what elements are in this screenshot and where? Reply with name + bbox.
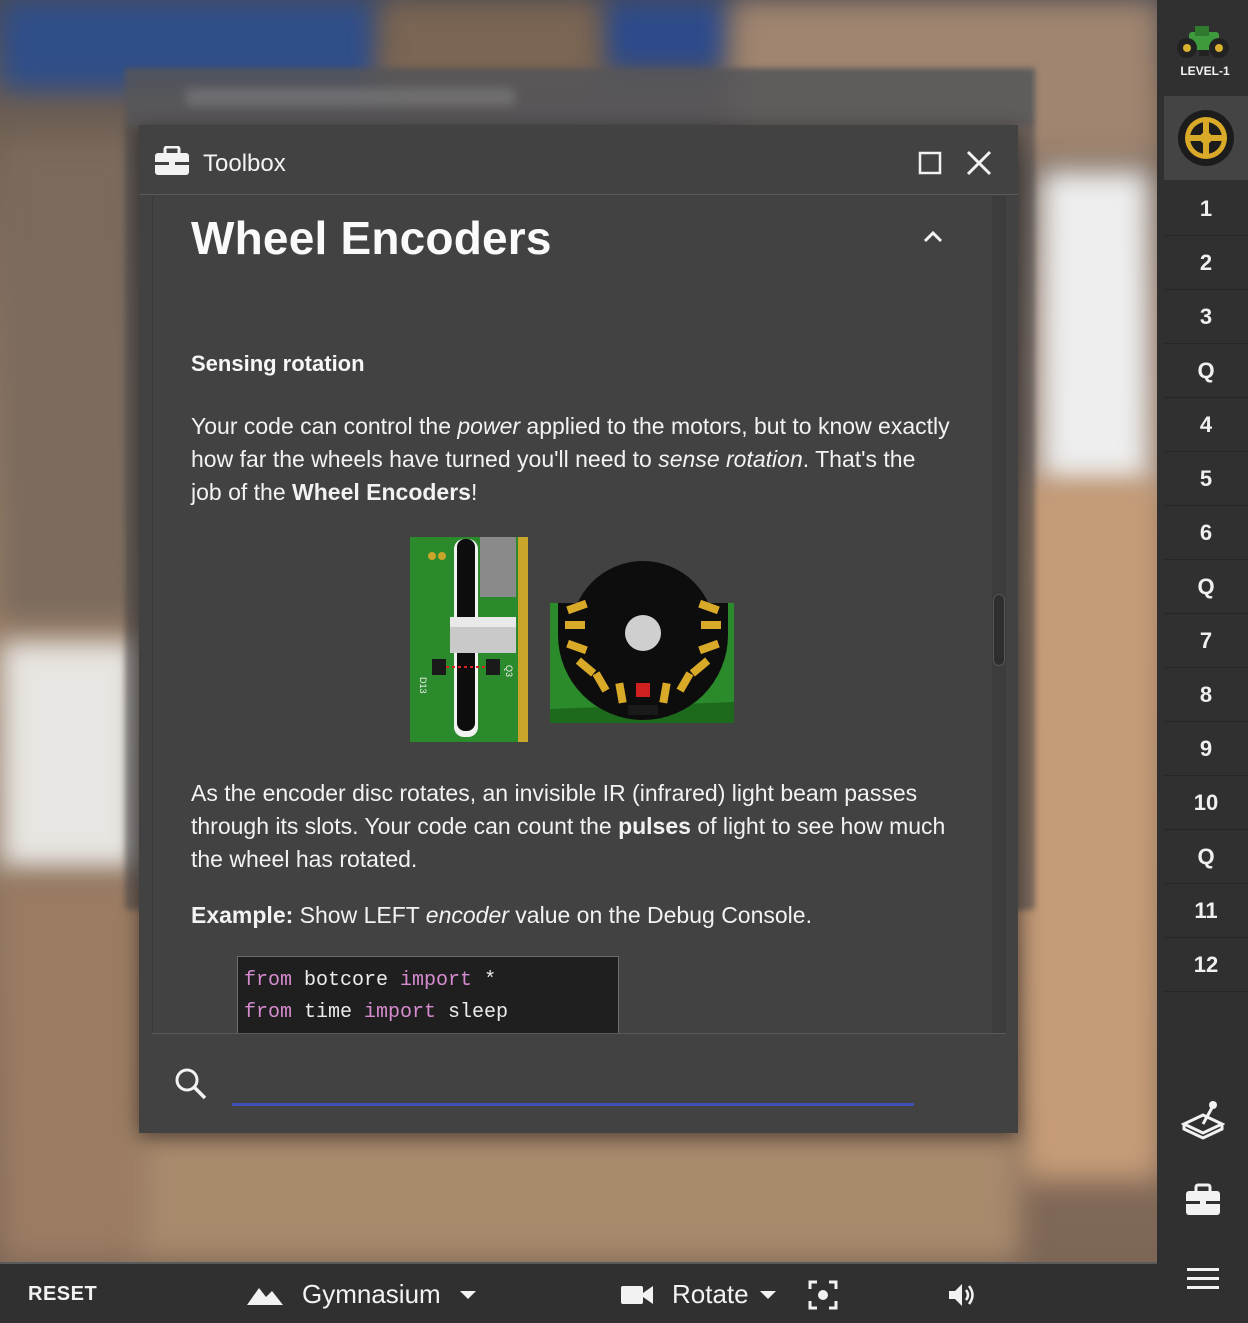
robot-icon	[1177, 26, 1229, 58]
step-quiz-3[interactable]: Q	[1164, 830, 1248, 884]
step-10[interactable]: 10	[1164, 776, 1248, 830]
sub-heading: Sensing rotation	[191, 351, 365, 376]
focus-icon	[808, 1280, 838, 1309]
code-example[interactable]: from botcore import * from time import s…	[237, 956, 619, 1033]
mountain-icon	[247, 1287, 283, 1305]
encoder-illustration: D13 Q3	[410, 537, 734, 742]
step-quiz-1[interactable]: Q	[1164, 344, 1248, 398]
step-4[interactable]: 4	[1164, 398, 1248, 452]
step-5[interactable]: 5	[1164, 452, 1248, 506]
video-camera-icon	[621, 1285, 653, 1304]
volume-icon	[949, 1283, 974, 1306]
scrollbar-thumb[interactable]	[993, 594, 1005, 666]
wheel-icon	[1178, 110, 1234, 166]
section-title: Wheel Encoders	[191, 212, 552, 264]
toolbox-icon	[1185, 1183, 1220, 1215]
step-6[interactable]: 6	[1164, 506, 1248, 560]
main-menu-button[interactable]	[1157, 1266, 1248, 1292]
step-quiz-2[interactable]: Q	[1164, 560, 1248, 614]
chevron-down-icon	[759, 1290, 776, 1299]
chevron-down-icon	[459, 1290, 476, 1299]
environment-selector[interactable]: Gymnasium	[246, 1264, 477, 1323]
focus-button[interactable]	[808, 1264, 838, 1323]
example-paragraph: Example: Show LEFT encoder value on the …	[191, 902, 812, 928]
step-11[interactable]: 11	[1164, 884, 1248, 938]
environment-label: Gymnasium	[302, 1279, 441, 1309]
toolbox-title: Toolbox	[203, 150, 286, 177]
wheel-encoder-tile[interactable]	[1164, 96, 1248, 180]
mission-sidebar: LEVEL-1 1 2 3 Q 4 5 6 Q 7 8 9 10 Q 11 12	[1157, 0, 1248, 1323]
maximize-icon[interactable]	[918, 151, 942, 175]
bottom-toolbar: RESET Gymnasium Rotate	[0, 1262, 1157, 1323]
step-12[interactable]: 12	[1164, 938, 1248, 992]
camera-label: Rotate	[672, 1279, 749, 1309]
toolbox-search	[152, 1033, 1006, 1133]
search-icon	[175, 1068, 207, 1100]
joystick-icon	[1180, 1101, 1225, 1140]
board-label-right: Q3	[504, 665, 514, 677]
code-line-2: from time import sleep	[244, 1001, 509, 1024]
background-window-title	[185, 88, 515, 106]
step-2[interactable]: 2	[1164, 236, 1248, 290]
step-8[interactable]: 8	[1164, 668, 1248, 722]
toolbox-content[interactable]: Wheel Encoders Sensing rotation Your cod…	[152, 196, 992, 1033]
code-line-1: from botcore import *	[244, 969, 497, 992]
toolbox-window: Toolbox Wheel Encoders Sensing rotation …	[139, 125, 1018, 1133]
volume-button[interactable]	[946, 1264, 978, 1323]
board-label-left: D13	[418, 677, 428, 694]
step-1[interactable]: 1	[1164, 182, 1248, 236]
ir-explanation-paragraph: As the encoder disc rotates, an invisibl…	[191, 780, 946, 872]
camera-selector[interactable]: Rotate	[620, 1264, 777, 1323]
briefcase-icon	[155, 146, 189, 175]
level-label: LEVEL-1	[1180, 64, 1230, 78]
level-badge[interactable]: LEVEL-1	[1157, 14, 1248, 84]
toolbox-header[interactable]: Toolbox	[139, 125, 1018, 195]
close-icon[interactable]	[965, 149, 993, 177]
chevron-up-icon[interactable]	[921, 228, 945, 244]
search-input[interactable]	[232, 1064, 914, 1106]
step-9[interactable]: 9	[1164, 722, 1248, 776]
step-3[interactable]: 3	[1164, 290, 1248, 344]
toolbox-button[interactable]	[1157, 1183, 1248, 1217]
reset-button[interactable]: RESET	[28, 1264, 97, 1323]
joystick-button[interactable]	[1157, 1100, 1248, 1142]
step-7[interactable]: 7	[1164, 614, 1248, 668]
content-scrollbar[interactable]	[992, 196, 1006, 1033]
mission-steps: 1 2 3 Q 4 5 6 Q 7 8 9 10 Q 11 12	[1164, 182, 1248, 992]
menu-icon	[1186, 1268, 1219, 1289]
intro-paragraph: Your code can control the power applied …	[191, 413, 950, 505]
